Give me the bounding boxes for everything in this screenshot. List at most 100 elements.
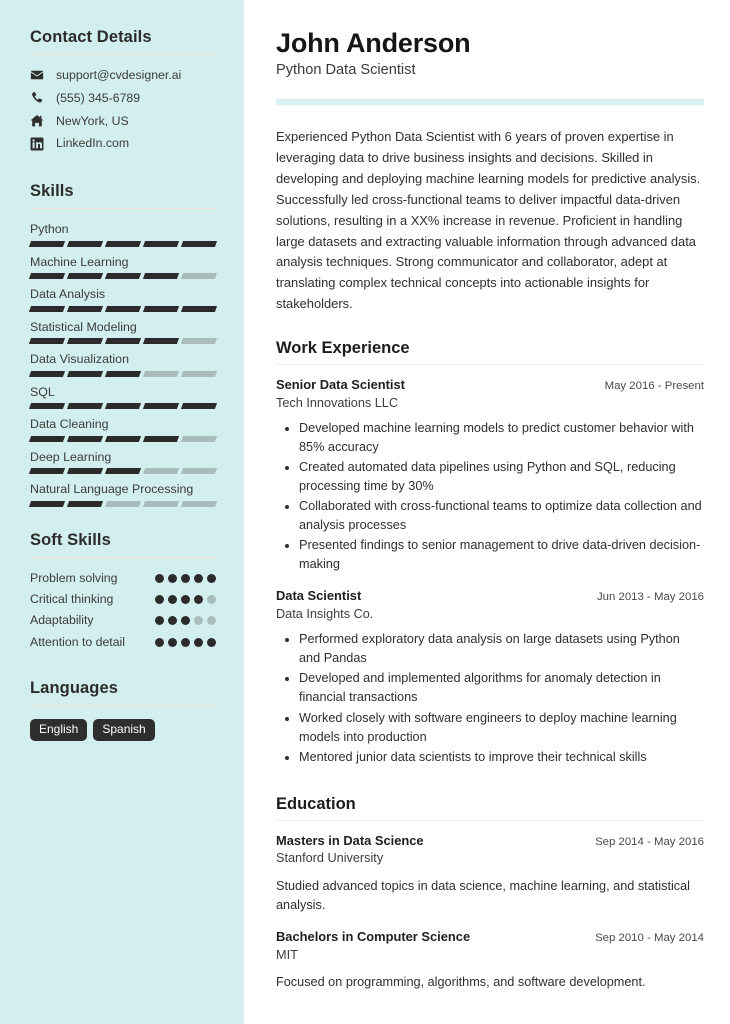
- sidebar: Contact Details support@cvdesigner.ai (55…: [0, 0, 244, 1024]
- skill-level-segment: [104, 468, 142, 474]
- education-divider: [276, 819, 704, 821]
- main-content: John Anderson Python Data Scientist Expe…: [244, 0, 730, 1024]
- skill-item: Python: [28, 222, 218, 247]
- contact-divider: [30, 54, 216, 55]
- skill-level-segment: [104, 370, 142, 377]
- skill-level-segment: [104, 273, 142, 279]
- skill-level-segment: [104, 305, 142, 312]
- skill-level-segment: [66, 370, 104, 377]
- accent-bar: [276, 98, 704, 105]
- resume-entry: Masters in Data Science Sep 2014 - May 20…: [276, 833, 704, 916]
- skill-level-bar: [28, 305, 218, 312]
- skill-level-bar: [28, 338, 218, 344]
- linkedin-icon: [30, 137, 47, 151]
- languages-heading: Languages: [30, 678, 119, 697]
- languages-section: Languages English Spanish: [30, 678, 216, 742]
- contact-item[interactable]: support@cvdesigner.ai: [30, 68, 216, 83]
- skill-item: Statistical Modeling: [28, 319, 218, 344]
- skill-level-segment: [66, 500, 104, 507]
- skill-level-segment: [66, 435, 104, 442]
- skill-level-bar: [28, 500, 218, 507]
- rating-dot: [155, 573, 164, 583]
- soft-skill-item: Critical thinking: [30, 592, 216, 607]
- resume-entry: Senior Data Scientist May 2016 - Present T…: [276, 377, 704, 574]
- languages-divider: [30, 704, 216, 706]
- language-tag[interactable]: English: [30, 718, 88, 742]
- resume-entry: Bachelors in Computer Science Sep 2010 - …: [276, 929, 704, 992]
- language-tag[interactable]: Spanish: [93, 718, 155, 742]
- skill-level-segment: [104, 435, 142, 442]
- skill-level-segment: [180, 240, 218, 247]
- soft-skill-item: Problem solving: [30, 571, 216, 586]
- skill-level-segment: [28, 500, 66, 507]
- skill-item: Natural Language Processing: [28, 482, 218, 507]
- soft-skills-heading: Soft Skills: [30, 530, 111, 549]
- language-tag-list: English Spanish: [30, 718, 216, 742]
- rating-dot: [194, 594, 203, 604]
- skill-level-segment: [28, 468, 66, 474]
- skill-level-segment: [28, 370, 66, 377]
- skill-item: Data Cleaning: [28, 417, 218, 442]
- skills-list: Python Machine Learning Data Analysis Stati…: [28, 222, 218, 507]
- contact-item[interactable]: NewYork, US: [30, 114, 216, 129]
- skill-level-segment: [180, 370, 218, 377]
- skill-level-segment: [180, 338, 218, 344]
- soft-skills-section: Soft Skills Problem solving Critical thin…: [30, 531, 216, 650]
- skill-level-segment: [104, 338, 142, 344]
- education-section: Education Masters in Data Science Sep 201…: [276, 795, 704, 993]
- contact-details-section: Contact Details support@cvdesigner.ai (55…: [30, 28, 216, 151]
- skill-level-segment: [104, 500, 142, 507]
- contact-details-heading: Contact Details: [30, 28, 152, 46]
- entry-bullet: Collaborated with cross-functional teams…: [299, 497, 704, 535]
- entry-title: Data Scientist: [276, 588, 362, 604]
- rating-dot: [155, 616, 164, 626]
- skill-level-segment: [142, 305, 180, 312]
- resume-entry: Data Scientist Jun 2013 - May 2016 Data In…: [276, 588, 704, 766]
- skill-level-segment: [142, 500, 180, 507]
- skill-level-segment: [28, 338, 66, 344]
- skill-level-segment: [142, 370, 180, 377]
- skill-name: Machine Learning: [30, 254, 129, 269]
- home-icon: [30, 114, 47, 128]
- rating-dot: [194, 616, 203, 626]
- rating-dot: [168, 594, 177, 604]
- soft-skill-name: Problem solving: [30, 570, 118, 585]
- soft-skills-divider: [30, 556, 216, 558]
- entry-header: Data Scientist Jun 2013 - May 2016: [276, 588, 704, 605]
- skill-level-segment: [28, 305, 66, 312]
- contact-item[interactable]: (555) 345-6789: [30, 91, 216, 106]
- skill-level-segment: [142, 403, 180, 409]
- skill-name: Python: [30, 222, 69, 236]
- skill-level-bar: [28, 273, 218, 279]
- contact-item-text: NewYork, US: [56, 113, 129, 128]
- rating-dot: [194, 637, 203, 647]
- rating-dot: [168, 573, 177, 583]
- entry-bullet: Developed and implemented algorithms for…: [299, 669, 704, 707]
- contact-item-text: support@cvdesigner.ai: [56, 68, 182, 82]
- skill-level-segment: [28, 435, 66, 442]
- entry-header: Bachelors in Computer Science Sep 2010 - …: [276, 929, 704, 946]
- skill-level-bar: [28, 468, 218, 474]
- rating-dot: [155, 637, 164, 647]
- skill-level-bar: [28, 435, 218, 442]
- education-entry-list: Masters in Data Science Sep 2014 - May 20…: [276, 833, 704, 993]
- entry-bullet: Mentored junior data scientists to impro…: [299, 748, 704, 767]
- soft-skill-rating-dots: [155, 592, 216, 604]
- rating-dot: [207, 573, 216, 583]
- skill-level-segment: [28, 403, 66, 409]
- soft-skill-name: Adaptability: [30, 613, 94, 628]
- entry-bullet-list: Performed exploratory data analysis on l…: [276, 630, 704, 766]
- skill-level-segment: [142, 338, 180, 344]
- contact-item-text: (555) 345-6789: [56, 90, 141, 105]
- skill-name: Data Cleaning: [30, 417, 109, 431]
- soft-skill-name: Attention to detail: [30, 634, 126, 649]
- envelope-icon: [30, 68, 47, 82]
- skill-level-bar: [28, 403, 218, 409]
- entry-date: Jun 2013 - May 2016: [596, 591, 704, 604]
- contact-item[interactable]: LinkedIn.com: [30, 136, 216, 151]
- skill-name: Statistical Modeling: [30, 319, 137, 334]
- entry-description: Focused on programming, algorithms, and …: [276, 975, 646, 990]
- entry-organization: Data Insights Co.: [276, 607, 374, 622]
